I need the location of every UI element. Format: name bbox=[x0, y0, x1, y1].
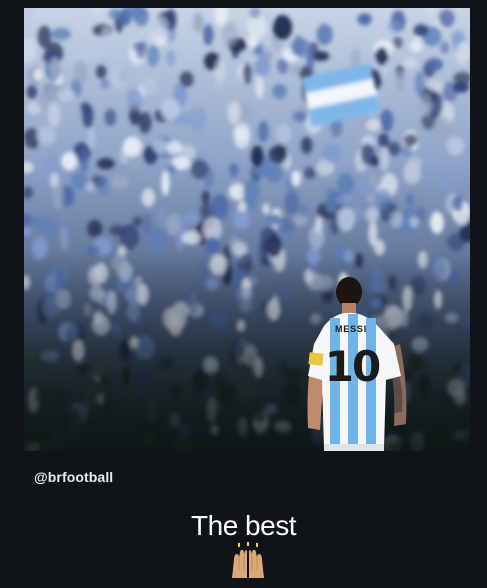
story-caption: The best bbox=[191, 510, 296, 541]
jersey-name: MESSI bbox=[335, 324, 367, 334]
story-frame: MESSI 10 @brfootball The best bbox=[0, 0, 487, 588]
raised-hands-icon bbox=[228, 542, 268, 580]
post-photo[interactable]: MESSI 10 bbox=[24, 8, 470, 451]
jersey-number: 10 bbox=[325, 342, 380, 391]
post-credit[interactable]: @brfootball bbox=[34, 469, 113, 485]
